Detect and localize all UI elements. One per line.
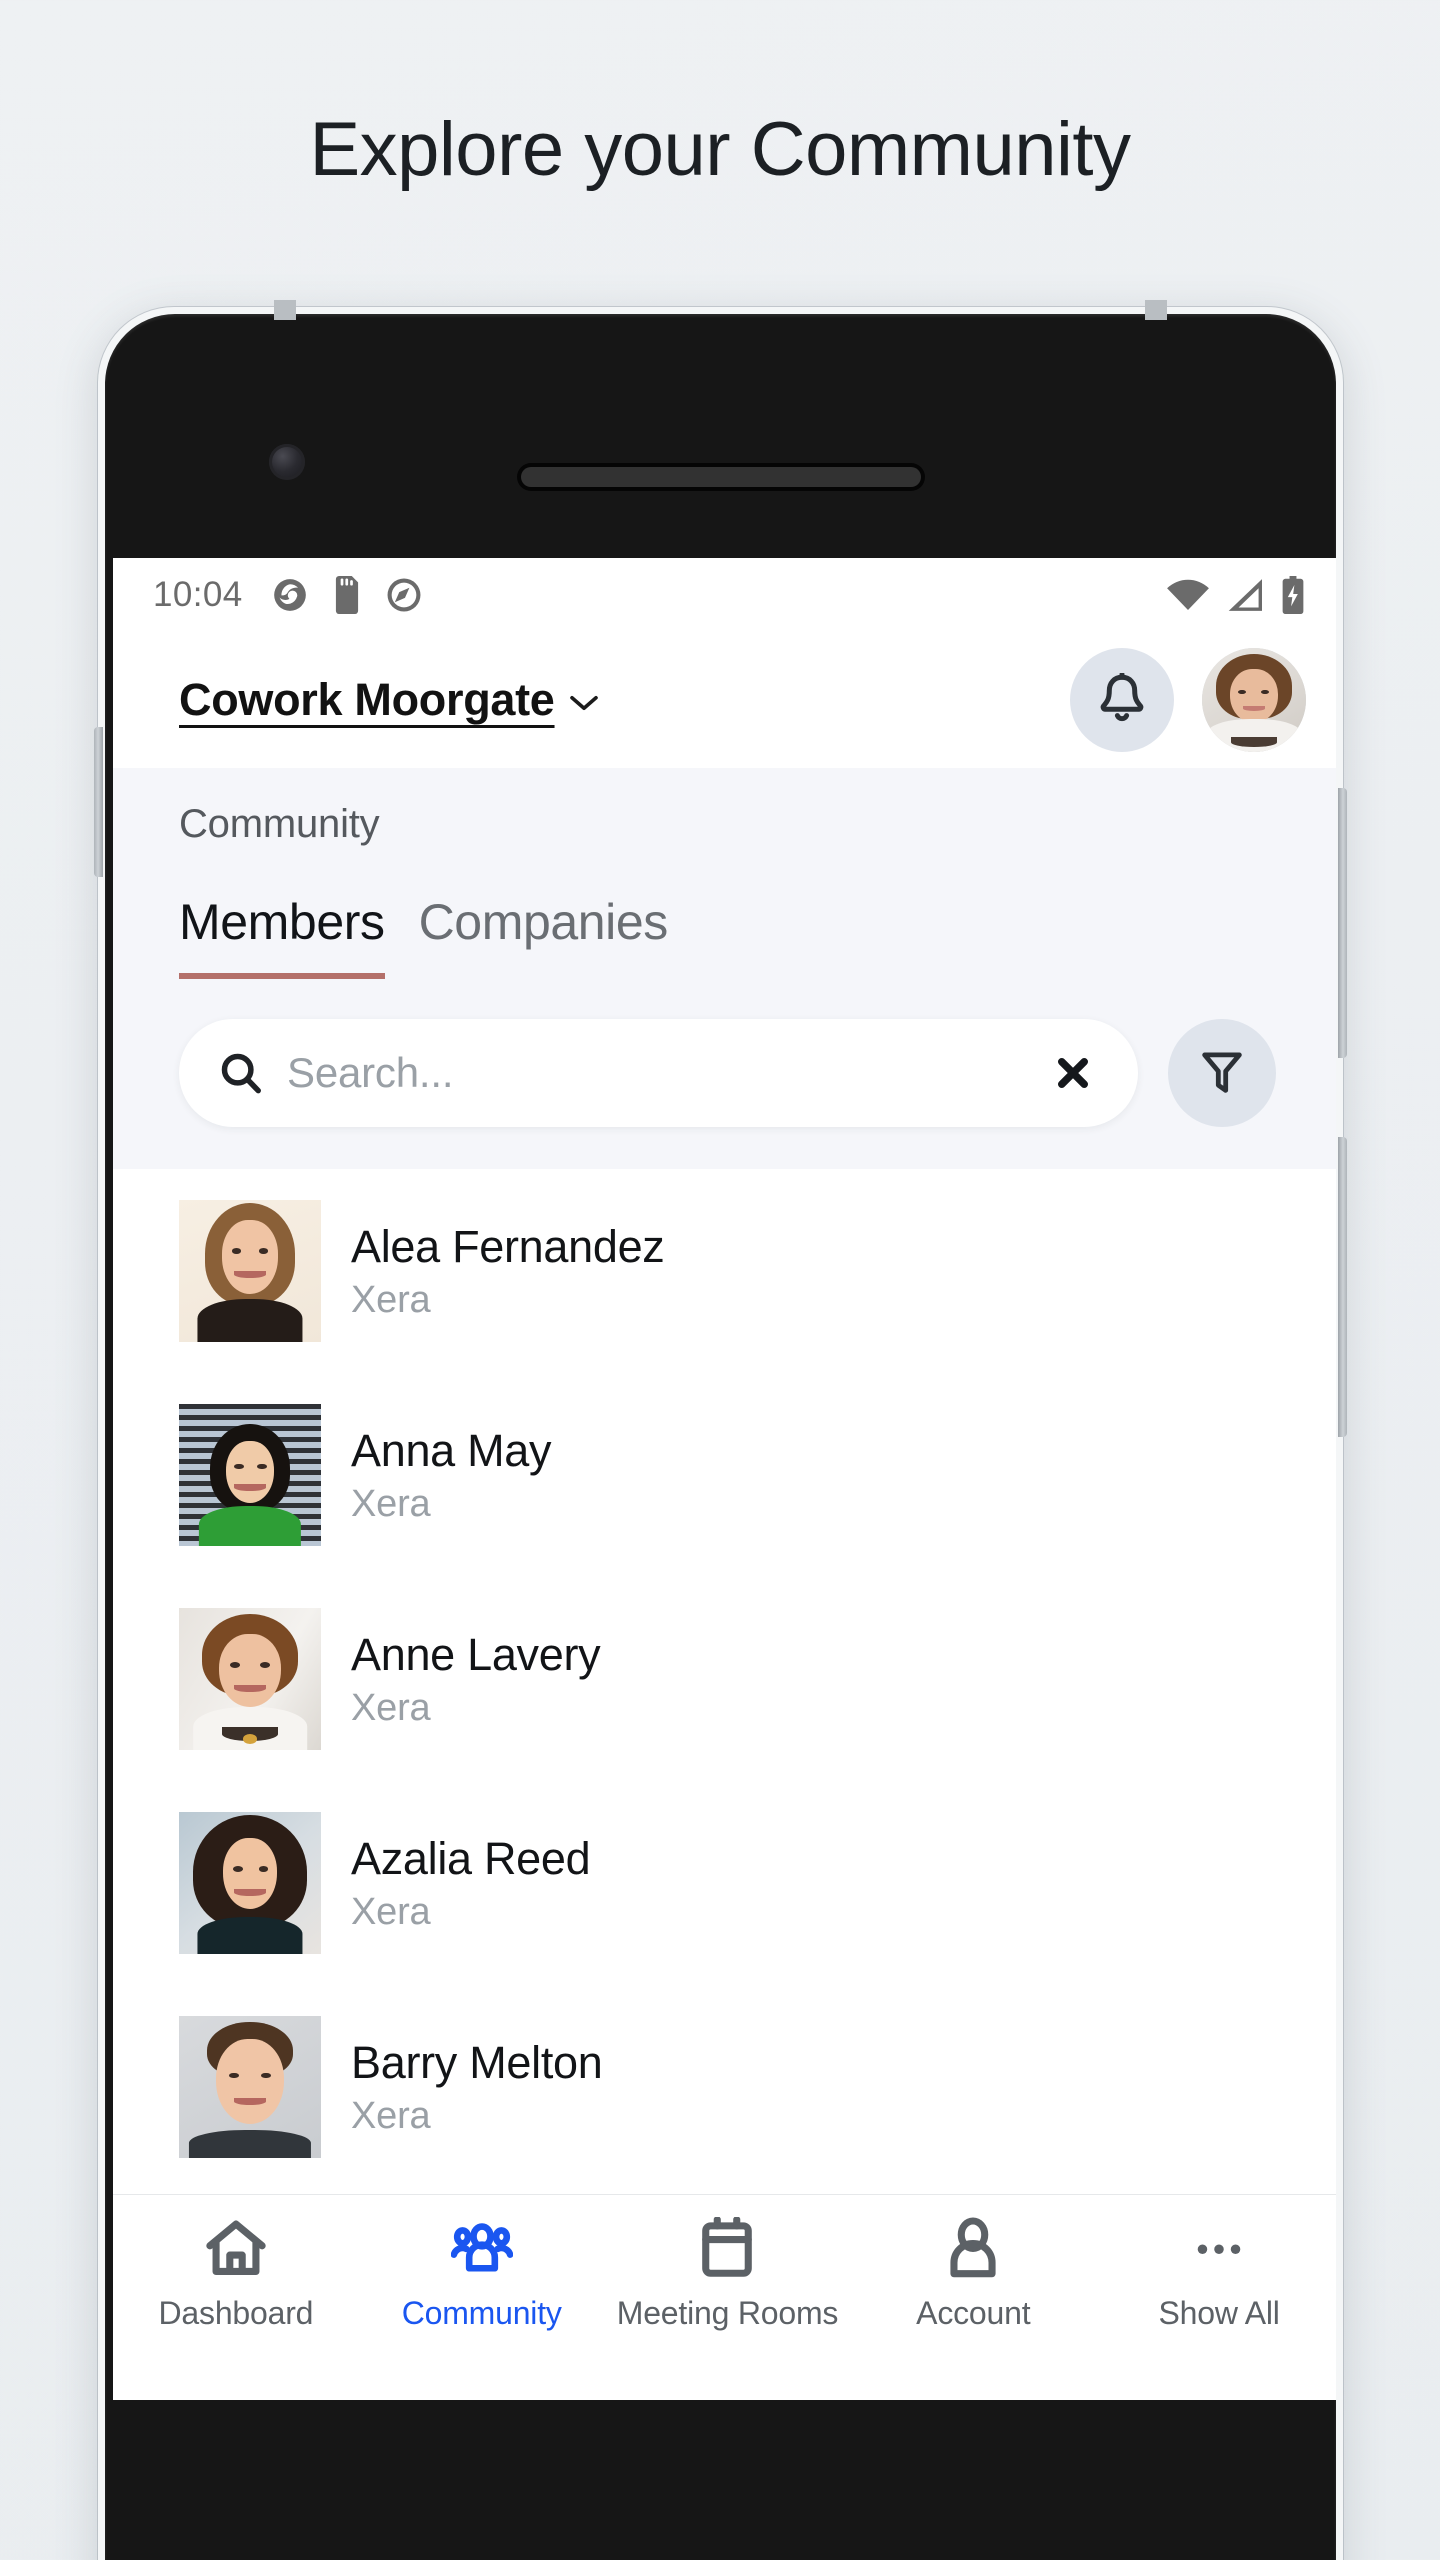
member-name: Azalia Reed [351, 1832, 591, 1884]
search-box[interactable] [179, 1019, 1138, 1127]
nav-item-show-all[interactable]: Show All [1096, 2217, 1336, 2332]
nav-item-meeting-rooms[interactable]: Meeting Rooms [605, 2217, 851, 2332]
front-camera-icon [269, 444, 305, 480]
table-row[interactable]: Barry Melton Xera [113, 1985, 1336, 2189]
community-section: Community Members Companies [113, 768, 1336, 1169]
status-notification-icons [271, 576, 423, 614]
status-system-icons [1166, 576, 1306, 614]
header-actions [1070, 648, 1306, 752]
notifications-button[interactable] [1070, 648, 1174, 752]
phone-left-button[interactable] [94, 727, 103, 877]
tab-companies[interactable]: Companies [419, 893, 669, 979]
tab-members[interactable]: Members [179, 893, 385, 979]
table-row[interactable]: Anne Lavery Xera [113, 1577, 1336, 1781]
avatar-photo [1202, 648, 1306, 752]
member-photo [179, 1608, 321, 1750]
earpiece-speaker [520, 467, 921, 487]
nav-label-meeting-rooms: Meeting Rooms [616, 2295, 839, 2331]
table-row[interactable]: Azalia Reed Xera [113, 1781, 1336, 1985]
search-input[interactable] [287, 1049, 1048, 1097]
bell-icon [1100, 673, 1144, 722]
member-company: Xera [351, 2094, 431, 2137]
people-icon [450, 2223, 513, 2272]
member-photo [179, 1812, 321, 1954]
table-row[interactable]: Anna May Xera [113, 1373, 1336, 1577]
member-info: Azalia Reed Xera [351, 1832, 591, 1934]
member-info: Anna May Xera [351, 1424, 552, 1526]
search-icon [221, 1053, 261, 1094]
phone-body: 10:04 Cowork Moorgate Community Members … [105, 314, 1336, 2560]
close-icon [1058, 1058, 1088, 1088]
page-title: Explore your Community [309, 107, 1131, 193]
wifi-icon [1167, 579, 1209, 611]
battery-charging-icon [1282, 576, 1304, 614]
member-photo [179, 2016, 321, 2158]
ellipsis-icon [1197, 2244, 1241, 2254]
member-name: Anne Lavery [351, 1628, 601, 1680]
tab-bar: Members Companies [113, 847, 1336, 979]
member-info: Barry Melton Xera [351, 2036, 603, 2138]
member-info: Alea Fernandez Xera [351, 1221, 665, 1322]
member-name: Alea Fernandez [351, 1220, 665, 1272]
status-bar: 10:04 [113, 558, 1336, 632]
venue-name: Cowork Moorgate [179, 674, 555, 725]
section-label: Community [179, 802, 380, 846]
clear-search-button[interactable] [1048, 1048, 1098, 1098]
member-list[interactable]: Alea Fernandez Xera Anna May Xera Anne L… [113, 1169, 1336, 2194]
member-company: Xera [351, 1278, 431, 1321]
nav-label-account: Account [916, 2295, 1031, 2331]
home-icon [206, 2220, 266, 2276]
nav-item-dashboard[interactable]: Dashboard [113, 2217, 359, 2332]
phone-mockup: 10:04 Cowork Moorgate Community Members … [94, 300, 1347, 2560]
venue-selector[interactable]: Cowork Moorgate [179, 674, 599, 726]
member-photo [179, 1404, 321, 1546]
member-company: Xera [351, 1686, 431, 1729]
nav-label-dashboard: Dashboard [158, 2295, 314, 2331]
phone-screen: 10:04 Cowork Moorgate Community Members … [113, 558, 1336, 2400]
sync-icon [273, 579, 306, 611]
member-name: Barry Melton [351, 2036, 603, 2088]
bottom-navigation: Dashboard Community Meeting Rooms Accoun… [113, 2194, 1336, 2400]
sd-card-icon [335, 576, 358, 614]
nav-label-community: Community [401, 2295, 562, 2331]
member-name: Anna May [351, 1424, 552, 1476]
filter-funnel-icon [1202, 1052, 1242, 1093]
app-header: Cowork Moorgate [113, 632, 1336, 768]
nav-item-account[interactable]: Account [850, 2217, 1096, 2332]
member-company: Xera [351, 1890, 431, 1933]
table-row[interactable]: Alea Fernandez Xera [113, 1169, 1336, 1373]
calendar-icon [702, 2217, 753, 2277]
phone-volume-button[interactable] [1338, 788, 1347, 1058]
member-info: Anne Lavery Xera [351, 1628, 601, 1730]
data-saver-icon [387, 578, 421, 612]
filter-button[interactable] [1168, 1019, 1276, 1127]
page-headline: Explore your Community [0, 0, 1440, 300]
antenna-band-left [274, 300, 296, 320]
member-photo [179, 1200, 321, 1342]
avatar[interactable] [1202, 648, 1306, 752]
phone-power-button[interactable] [1338, 1137, 1347, 1437]
search-row [113, 979, 1336, 1169]
cellular-signal-icon [1228, 579, 1262, 611]
member-company: Xera [351, 1482, 431, 1525]
person-icon [950, 2217, 996, 2278]
nav-item-community[interactable]: Community [359, 2217, 605, 2332]
chevron-down-icon [569, 695, 598, 711]
nav-label-show-all: Show All [1158, 2295, 1280, 2331]
antenna-band-right [1145, 300, 1167, 320]
status-time: 10:04 [153, 575, 243, 614]
